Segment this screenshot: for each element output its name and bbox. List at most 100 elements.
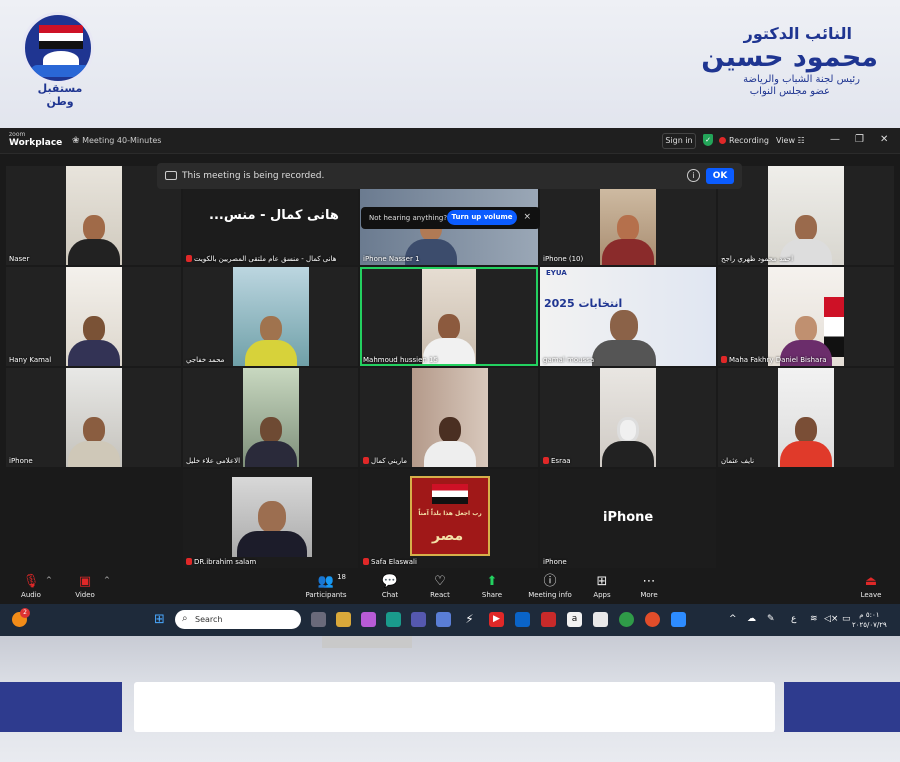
video-tile[interactable]: Naser	[6, 166, 181, 265]
video-feed	[768, 267, 844, 366]
chat-button[interactable]: 💬 Chat	[368, 574, 412, 599]
zoom-app-icon[interactable]	[671, 612, 686, 627]
info-icon: ⓘ	[543, 574, 557, 589]
windows-start-icon[interactable]: ⊞	[152, 612, 167, 627]
leave-button[interactable]: ⏏ Leave	[849, 574, 893, 599]
participant-figure	[602, 417, 654, 467]
video-tile[interactable]: Hany Kamal	[6, 267, 181, 366]
video-tile[interactable]: EYUA انتخابات 2025 gamal moussa	[540, 267, 716, 366]
mic-muted-icon	[363, 558, 369, 565]
share-icon: ⬆	[486, 574, 498, 589]
video-tile[interactable]: رب اجعل هذا بلداً آمناً مصر Safa Elaswal…	[360, 469, 538, 568]
language-indicator[interactable]: ع	[791, 614, 796, 624]
task-view-icon[interactable]	[311, 612, 326, 627]
recording-notice-bar: This meeting is being recorded. i OK	[157, 163, 742, 189]
turn-up-volume-button[interactable]: Turn up volume	[447, 210, 517, 225]
react-button[interactable]: ♡ React	[418, 574, 462, 599]
close-icon[interactable]: ✕	[880, 134, 888, 145]
video-tile[interactable]: الاعلامى علاء خليل	[183, 368, 358, 467]
participant-name: iPhone	[9, 457, 33, 465]
video-button[interactable]: ▣ Video	[63, 574, 107, 599]
flag-icon	[432, 484, 468, 504]
apps-label: Apps	[593, 591, 611, 599]
chevron-up-icon[interactable]: ^	[729, 614, 737, 624]
copilot-icon[interactable]	[361, 612, 376, 627]
outlook-icon[interactable]	[515, 612, 530, 627]
video-tile[interactable]: Maha Fakhry Daniel Bishara	[718, 267, 894, 366]
recording-label: Recording	[729, 136, 770, 145]
participant-name: Mahmoud hussien 15	[363, 356, 438, 364]
video-tile[interactable]: نايف عثمان	[718, 368, 894, 467]
shield-icon[interactable]: ✓	[703, 134, 713, 146]
video-tile[interactable]: ماريني كمال	[360, 368, 538, 467]
video-tile-active-speaker[interactable]: Mahmoud hussien 15	[360, 267, 538, 366]
view-button[interactable]: View ☷	[776, 136, 805, 145]
mp-title: النائب الدكتور	[743, 24, 852, 43]
video-tile[interactable]: iPhone iPhone	[540, 469, 716, 568]
pen-icon[interactable]: ✎	[767, 614, 775, 624]
close-icon[interactable]: ×	[523, 212, 531, 222]
participant-figure	[68, 316, 120, 366]
recording-indicator[interactable]: Recording	[719, 136, 769, 145]
document-icon[interactable]	[593, 612, 608, 627]
search-box[interactable]: ⌕ Search	[175, 610, 301, 629]
video-tile[interactable]: Esraa	[540, 368, 716, 467]
participant-name: هانى كمال - منسق عام ملتقى المصريين بالك…	[186, 255, 336, 263]
video-tile[interactable]: محمد خفاجي	[183, 267, 358, 366]
video-tile[interactable]: DR.ibrahim salam	[183, 469, 358, 568]
flag-white-stripe	[39, 33, 83, 41]
participant-figure	[245, 316, 297, 366]
volume-icon[interactable]: ◁×	[824, 614, 838, 624]
record-dot-icon	[719, 137, 726, 144]
app-icon[interactable]: ⚡	[462, 612, 477, 627]
edge-icon[interactable]	[386, 612, 401, 627]
phone-link-icon[interactable]	[436, 612, 451, 627]
sign-in-button[interactable]: Sign in	[662, 133, 696, 149]
ok-button[interactable]: OK	[706, 168, 734, 184]
info-icon[interactable]: i	[687, 169, 700, 182]
poster-word: مصر	[432, 528, 464, 544]
participant-name: iPhone	[543, 558, 567, 566]
more-button[interactable]: ⋯ More	[627, 574, 671, 599]
apps-icon: ⊞	[596, 574, 608, 589]
crowd-icon	[31, 65, 91, 77]
chevron-up-icon[interactable]: ^	[46, 576, 52, 584]
chrome-profile-icon[interactable]	[645, 612, 660, 627]
restore-icon[interactable]: ❐	[855, 134, 864, 145]
participant-name: محمد خفاجي	[186, 356, 225, 364]
participant-big-name: iPhone	[603, 510, 654, 525]
file-explorer-icon[interactable]	[336, 612, 351, 627]
video-tile[interactable]: iPhone	[6, 368, 181, 467]
youtube-icon[interactable]: ▶	[489, 612, 504, 627]
windows-taskbar: 2 ⊞ ⌕ Search ⚡ ▶ a ^ ☁ ✎ ع ≋ ◁× ▭ ٥:٠١ م…	[0, 604, 900, 636]
meeting-label[interactable]: ❀ Meeting 40-Minutes	[72, 136, 161, 146]
minimize-icon[interactable]: —	[830, 134, 840, 145]
participant-figure	[237, 501, 307, 557]
video-feed	[412, 368, 488, 467]
meeting-info-button[interactable]: ⓘ Meeting info	[527, 574, 573, 599]
amazon-icon[interactable]: a	[567, 612, 582, 627]
video-tile[interactable]: احمد محمود ظهري راجح	[718, 166, 894, 265]
teams-icon[interactable]	[411, 612, 426, 627]
participant-name: Naser	[9, 255, 30, 263]
participant-name: gamal moussa	[543, 356, 595, 364]
chevron-up-icon[interactable]: ^	[104, 576, 110, 584]
video-feed	[422, 269, 476, 364]
wifi-icon[interactable]: ≋	[810, 614, 818, 624]
hearing-prompt: Not hearing anything?	[369, 214, 448, 222]
chrome-icon[interactable]	[619, 612, 634, 627]
battery-icon[interactable]: ▭	[842, 614, 851, 624]
clock-date: ٢٠٢٥/٠٧/٢٩	[852, 621, 887, 629]
apps-button[interactable]: ⊞ Apps	[580, 574, 624, 599]
participants-button[interactable]: 👥 18 Participants	[304, 573, 348, 599]
office-icon[interactable]	[541, 612, 556, 627]
audio-label: Audio	[21, 591, 41, 599]
clock[interactable]: ٥:٠١ م ٢٠٢٥/٠٧/٢٩	[852, 610, 887, 630]
share-button[interactable]: ⬆ Share	[470, 574, 514, 599]
video-feed	[600, 368, 656, 467]
flag-red-stripe	[39, 25, 83, 33]
cloud-icon[interactable]: ☁	[747, 614, 756, 624]
mp-name: محمود حسين	[701, 42, 878, 73]
meeting-label-text: Meeting 40-Minutes	[82, 136, 162, 145]
participant-name: Esraa	[543, 457, 571, 465]
